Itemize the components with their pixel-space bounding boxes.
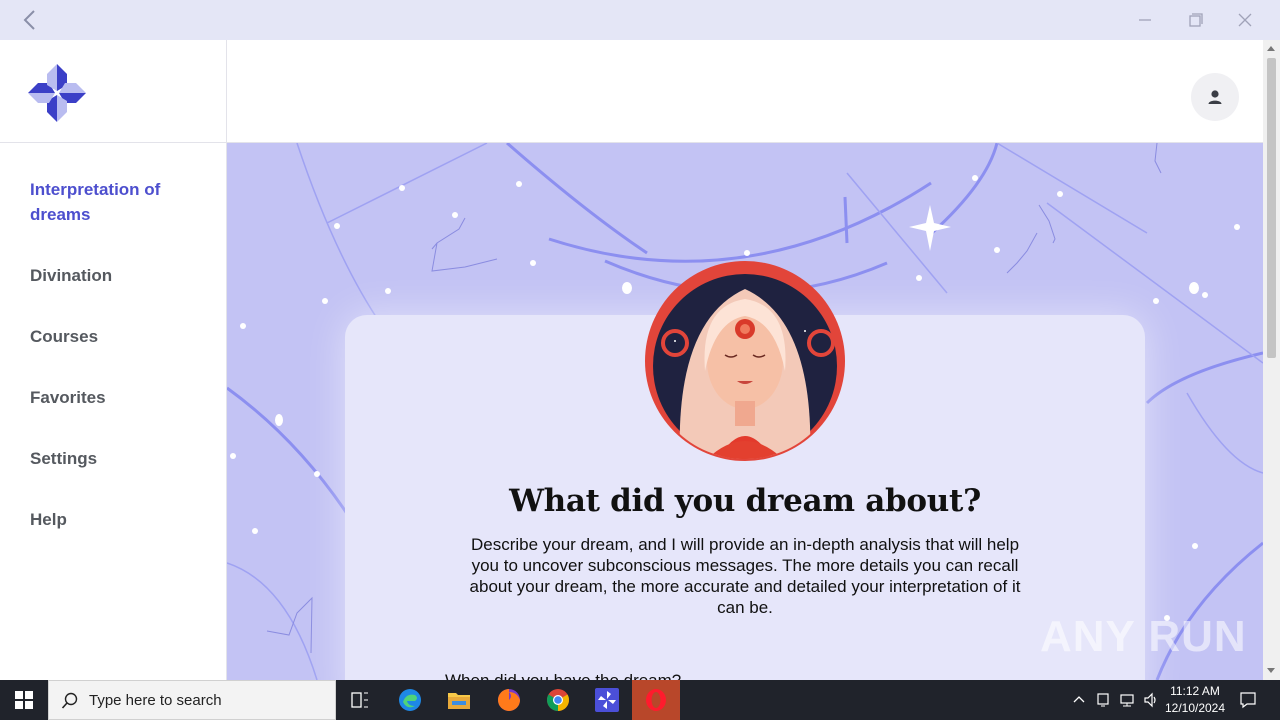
top-header <box>227 40 1263 143</box>
tray-device-icon[interactable] <box>1092 680 1114 720</box>
page-title: What did you dream about? <box>509 483 981 519</box>
tray-chevron-up-icon[interactable] <box>1068 680 1090 720</box>
sidebar-item-courses[interactable]: Courses <box>0 324 226 349</box>
anyrun-watermark: ANY RUN <box>1040 612 1247 661</box>
sidebar-item-help[interactable]: Help <box>0 507 226 532</box>
task-view-icon[interactable] <box>336 680 384 720</box>
sidebar-item-interpretation-of-dreams[interactable]: Interpretation of dreams <box>0 177 226 227</box>
dream-date-question: When did you have the dream? <box>445 671 681 680</box>
user-icon <box>1208 90 1222 104</box>
firefox-icon[interactable] <box>485 680 533 720</box>
pinwheel-app-icon[interactable] <box>583 680 631 720</box>
taskbar: Type here to search 11:12 AM 12/10/2024 <box>0 680 1280 720</box>
main-content: What did you dream about? Describe your … <box>227 143 1263 680</box>
pinwheel-logo-icon[interactable] <box>26 62 88 124</box>
search-icon <box>61 692 78 709</box>
page-description: Describe your dream, and I will provide … <box>469 535 1021 617</box>
scroll-up-icon[interactable] <box>1267 46 1275 51</box>
opera-icon[interactable] <box>632 680 680 720</box>
back-arrow-icon[interactable] <box>18 8 42 32</box>
sidebar: Interpretation of dreams Divination Cour… <box>0 40 227 680</box>
taskbar-clock[interactable]: 11:12 AM 12/10/2024 <box>1162 683 1228 717</box>
sidebar-item-favorites[interactable]: Favorites <box>0 385 226 410</box>
file-explorer-icon[interactable] <box>435 680 483 720</box>
scroll-down-icon[interactable] <box>1267 668 1275 673</box>
chrome-icon[interactable] <box>534 680 582 720</box>
volume-icon[interactable] <box>1140 680 1162 720</box>
dream-portrait-image <box>645 261 845 461</box>
scrollbar-thumb[interactable] <box>1267 58 1276 358</box>
notifications-icon[interactable] <box>1234 680 1262 720</box>
minimize-icon[interactable] <box>1133 8 1157 32</box>
avatar[interactable] <box>1191 73 1239 121</box>
windows-start-button[interactable] <box>0 680 48 720</box>
sidebar-item-settings[interactable]: Settings <box>0 446 226 471</box>
taskbar-search-box[interactable]: Type here to search <box>48 680 336 720</box>
logo-area <box>0 40 226 143</box>
windows-logo-icon <box>15 691 33 709</box>
window-titlebar <box>0 0 1280 40</box>
search-placeholder: Type here to search <box>89 692 222 709</box>
sidebar-item-divination[interactable]: Divination <box>0 263 226 288</box>
clock-time: 11:12 AM <box>1170 684 1220 698</box>
edge-browser-icon[interactable] <box>386 680 434 720</box>
close-icon[interactable] <box>1233 8 1257 32</box>
page-scrollbar[interactable] <box>1263 40 1280 680</box>
clock-date: 12/10/2024 <box>1164 701 1226 715</box>
network-icon[interactable] <box>1116 680 1138 720</box>
restore-icon[interactable] <box>1183 8 1207 32</box>
sidebar-nav: Interpretation of dreams Divination Cour… <box>0 143 226 532</box>
